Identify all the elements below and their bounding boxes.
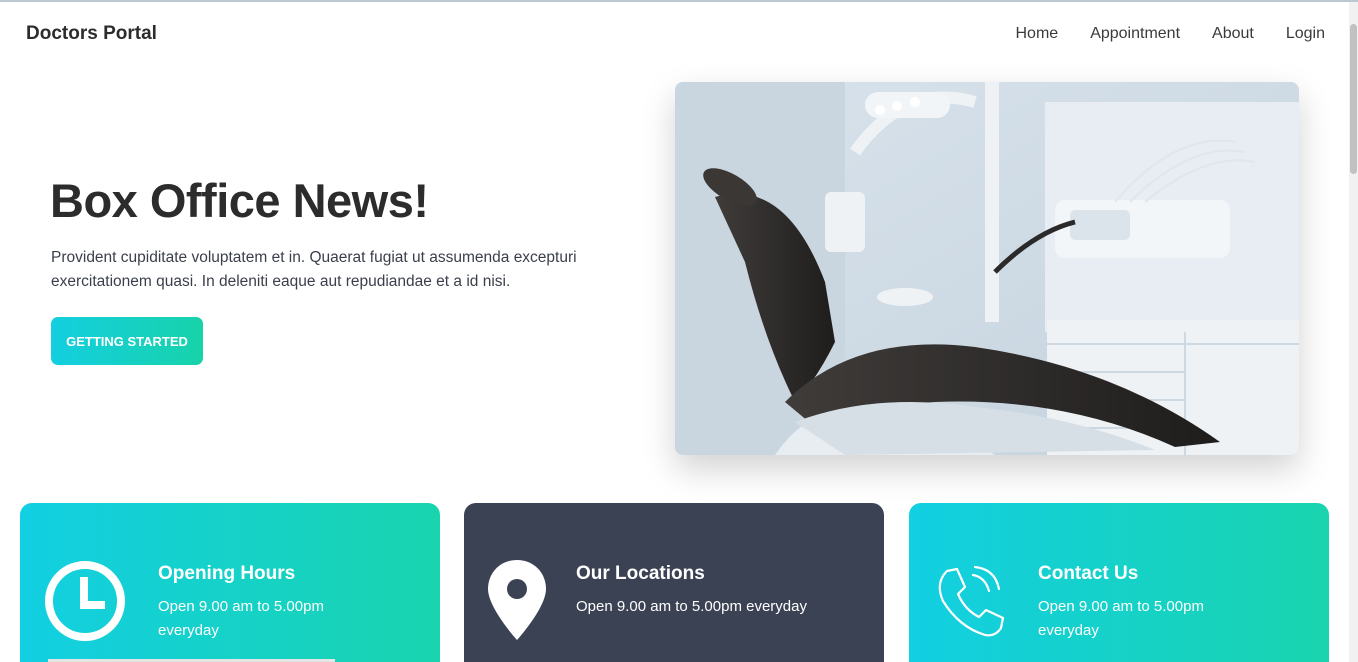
nav-menu: Home Appointment About Login	[1016, 25, 1326, 43]
card-title: Our Locations	[576, 563, 705, 584]
window-top-border	[0, 0, 1358, 2]
nav-appointment-link[interactable]: Appointment	[1090, 25, 1180, 43]
clock-icon	[43, 559, 127, 648]
nav-login-link[interactable]: Login	[1286, 25, 1325, 43]
hero-title: Box Office News!	[50, 174, 429, 227]
getting-started-button[interactable]: GETTING STARTED	[51, 317, 203, 365]
card-title: Contact Us	[1038, 563, 1139, 584]
card-title: Opening Hours	[158, 563, 296, 584]
card-text: Open 9.00 am to 5.00pm everyday	[1038, 598, 1204, 639]
hero-description: Provident cupiditate voluptatem et in. Q…	[51, 249, 577, 290]
card-text: Open 9.00 am to 5.00pm everyday	[158, 598, 324, 639]
our-locations-card: Our Locations Open 9.00 am to 5.00pm eve…	[464, 503, 884, 662]
opening-hours-card: Opening Hours Open 9.00 am to 5.00pm eve…	[20, 503, 440, 662]
nav-about-link[interactable]: About	[1212, 25, 1254, 43]
contact-us-card: Contact Us Open 9.00 am to 5.00pm everyd…	[909, 503, 1329, 662]
scrollbar-thumb[interactable]	[1350, 24, 1357, 174]
card-text: Open 9.00 am to 5.00pm everyday	[576, 598, 807, 615]
dental-chair-image	[675, 82, 1299, 455]
brand-logo[interactable]: Doctors Portal	[26, 23, 157, 45]
nav-home-link[interactable]: Home	[1016, 25, 1059, 43]
vertical-scrollbar[interactable]	[1349, 2, 1358, 662]
location-pin-icon	[486, 558, 548, 647]
phone-icon	[933, 565, 1005, 646]
